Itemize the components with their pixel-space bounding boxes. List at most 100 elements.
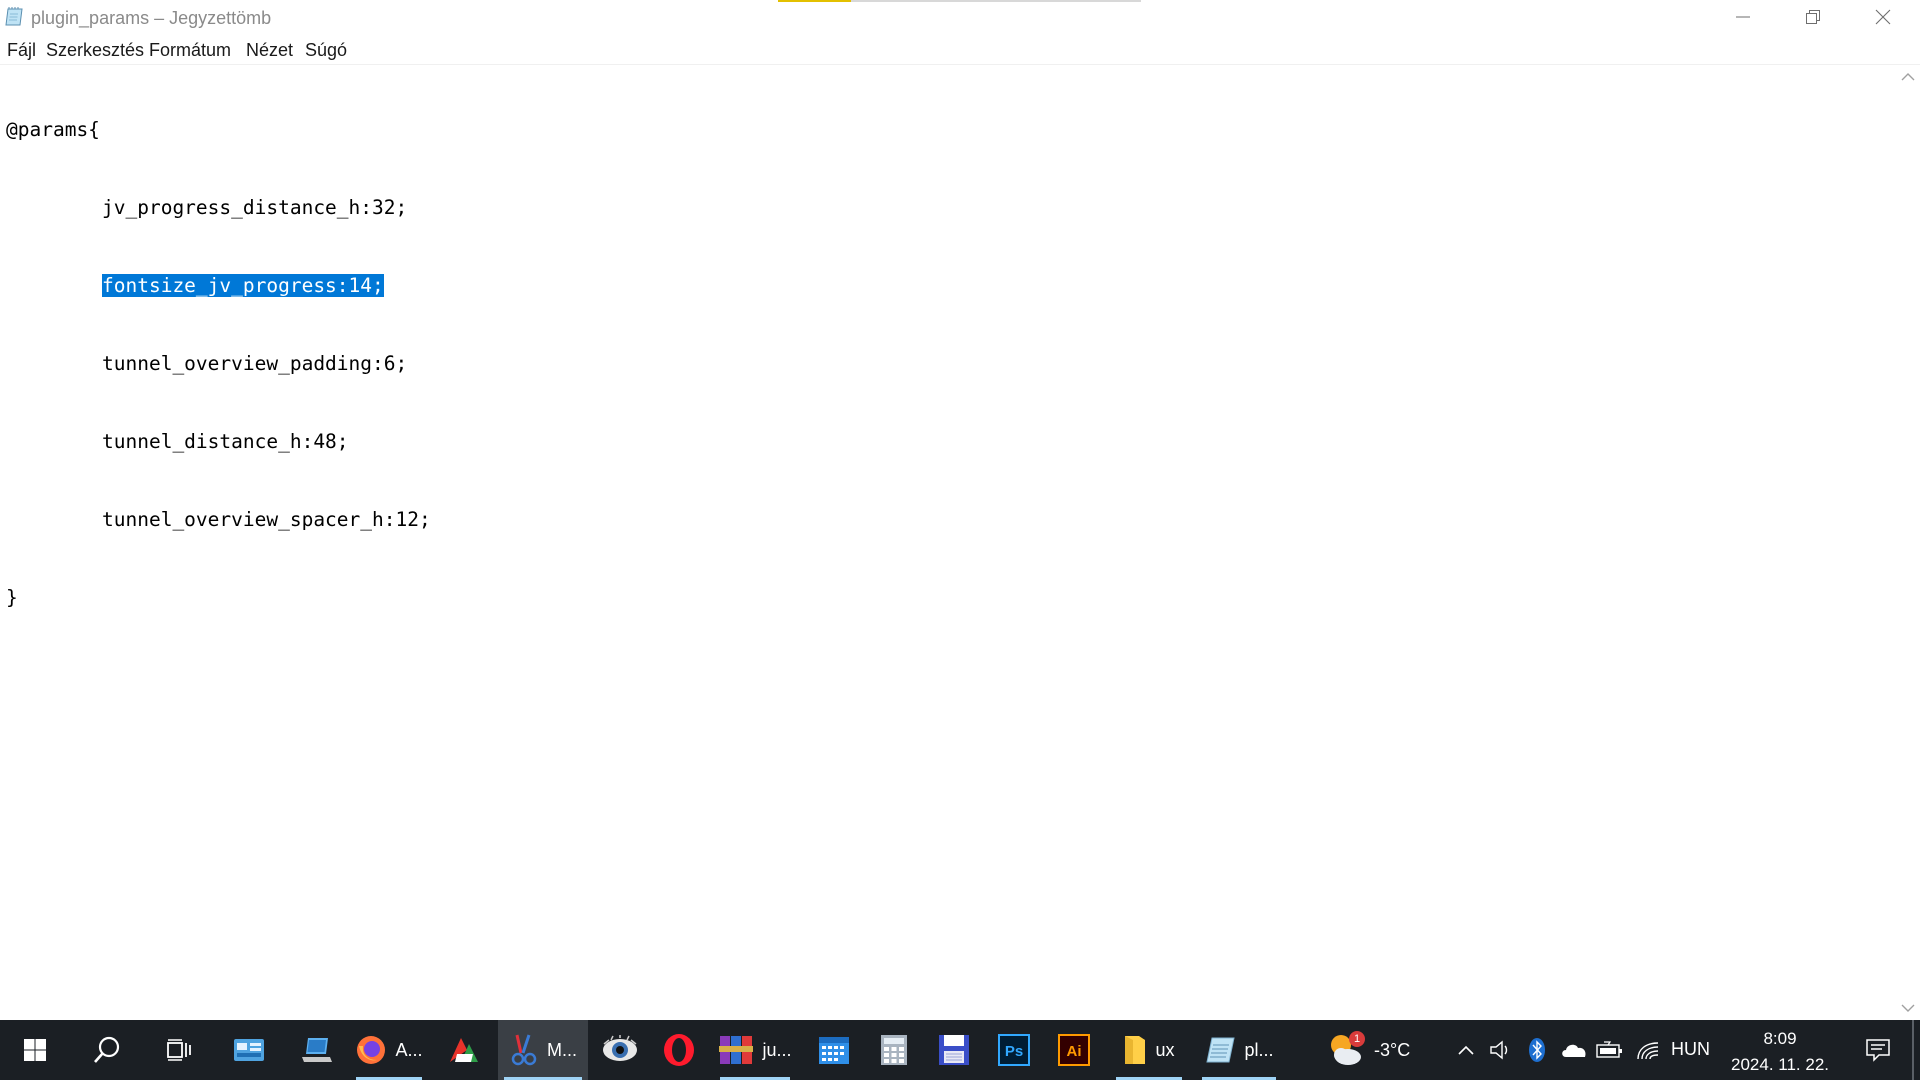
taskbar-app-control-panel[interactable] [216,1020,282,1080]
firefox-icon [357,1036,386,1064]
weather-icon-wrapper: 1 [1326,1030,1366,1070]
close-icon [1875,9,1891,25]
bluetooth-button[interactable] [1524,1020,1550,1080]
photoshop-icon: Ps [998,1034,1030,1066]
code-text: jv_progress_distance_h:32; [102,196,408,219]
clock-date: 2024. 11. 22. [1731,1055,1829,1074]
restore-button[interactable] [1778,0,1848,34]
chevron-down-icon [1901,1004,1915,1012]
control-panel-icon [234,1039,264,1061]
title-bar[interactable]: plugin_params – Jegyzettömb [0,0,1920,36]
taskbar-app-firefox[interactable]: A... [350,1020,428,1080]
bluetooth-icon [1529,1038,1545,1062]
taskbar-app-calculator[interactable] [864,1020,924,1080]
weather-temperature: -3°C [1374,1039,1411,1060]
clock[interactable]: 8:09 2024. 11. 22. [1726,1026,1834,1078]
code-text: tunnel_overview_padding:6; [102,352,408,375]
menu-format[interactable]: Formátum [149,40,231,61]
taskbar-app-label: ju... [762,1039,792,1060]
taskbar-app-explorer[interactable]: ux [1110,1020,1188,1080]
battery-button[interactable] [1594,1020,1626,1080]
code-line-2: jv_progress_distance_h:32; [6,195,431,221]
taskbar-app-eye[interactable] [588,1020,652,1080]
vertical-scrollbar[interactable] [1896,65,1920,1020]
scroll-up-button[interactable] [1896,65,1920,89]
code-line-5: tunnel_distance_h:48; [6,429,431,455]
taskbar-app-active[interactable]: M... [498,1020,588,1080]
text-editor[interactable]: @params{ jv_progress_distance_h:32; font… [0,65,1896,1020]
taskbar-app-winrar[interactable]: ju... [714,1020,796,1080]
calendar-icon [819,1037,849,1064]
windows-icon [24,1039,46,1061]
taskbar-app-notepad[interactable]: pl... [1196,1020,1282,1080]
taskbar: A... M... ju... Ps Ai ux pl... 1 -3°C HU… [0,1020,1920,1080]
battery-icon [1596,1041,1622,1058]
code-line-6: tunnel_overview_spacer_h:12; [6,507,431,533]
menu-edit[interactable]: Szerkesztés [46,40,144,61]
task-view-icon [167,1039,191,1061]
onedrive-button[interactable] [1558,1020,1590,1080]
chevron-up-icon [1901,73,1915,81]
menu-file[interactable]: Fájl [7,40,36,61]
taskbar-app-floppy[interactable] [924,1020,984,1080]
cloud-icon [1562,1044,1586,1057]
calculator-icon [881,1035,907,1065]
laptop-icon [302,1038,332,1062]
taskbar-app-label: A... [395,1039,423,1060]
code-text: @params{ [6,118,100,141]
taskbar-app-label: M... [547,1039,577,1060]
taskbar-app-document-viewer[interactable] [430,1020,498,1080]
minimize-button[interactable] [1708,0,1778,34]
notepad-icon [5,7,23,26]
winrar-icon [719,1036,754,1064]
illustrator-icon: Ai [1058,1034,1090,1066]
menu-view[interactable]: Nézet [246,40,293,61]
taskbar-app-remote-desktop[interactable] [284,1020,350,1080]
eye-icon [603,1035,637,1061]
clock-time: 8:09 [1763,1029,1797,1048]
opera-icon [664,1034,694,1066]
editor-content[interactable]: @params{ jv_progress_distance_h:32; font… [6,65,431,663]
code-line-7: } [6,585,431,611]
wifi-icon [1637,1042,1659,1060]
taskbar-app-illustrator[interactable]: Ai [1044,1020,1104,1080]
restore-icon [1806,10,1820,24]
show-hidden-icons-button[interactable] [1452,1020,1480,1080]
speaker-icon [1490,1040,1508,1060]
window-title: plugin_params – Jegyzettömb [31,8,272,28]
start-button[interactable] [0,1020,70,1080]
taskbar-app-opera[interactable] [652,1020,706,1080]
task-view-button[interactable] [144,1020,214,1080]
code-line-1: @params{ [6,117,431,143]
weather-widget[interactable]: 1 -3°C [1326,1020,1422,1080]
code-line-3: fontsize_jv_progress:14; [6,273,431,299]
svg-text:Ps: Ps [1005,1043,1023,1060]
title-highlight [778,0,851,2]
svg-text:Ai: Ai [1067,1043,1082,1060]
search-icon [94,1036,120,1063]
notepad-icon [1206,1037,1236,1063]
network-button[interactable] [1632,1020,1664,1080]
taskbar-app-calendar[interactable] [804,1020,864,1080]
menu-help[interactable]: Súgó [305,40,347,61]
language-indicator[interactable]: HUN [1671,1039,1710,1060]
menu-bar: Fájl Szerkesztés Formátum Nézet Súgó [0,36,1920,65]
scroll-down-button[interactable] [1896,996,1920,1020]
minimize-icon [1736,16,1750,18]
close-button[interactable] [1848,0,1918,34]
taskbar-app-label: ux [1155,1039,1175,1060]
document-viewer-icon [450,1038,478,1062]
code-text: tunnel_overview_spacer_h:12; [102,508,431,531]
notifications-button[interactable] [1854,1020,1902,1080]
code-text: tunnel_distance_h:48; [102,430,349,453]
show-desktop-button[interactable] [1912,1020,1914,1080]
search-button[interactable] [72,1020,142,1080]
snipping-tool-icon [511,1034,537,1066]
code-line-4: tunnel_overview_padding:6; [6,351,431,377]
title-highlight-secondary [851,0,1141,2]
volume-button[interactable] [1486,1020,1516,1080]
taskbar-app-photoshop[interactable]: Ps [984,1020,1044,1080]
selected-text: fontsize_jv_progress:14; [102,274,384,297]
notification-icon [1866,1039,1890,1062]
weather-badge: 1 [1349,1031,1365,1047]
